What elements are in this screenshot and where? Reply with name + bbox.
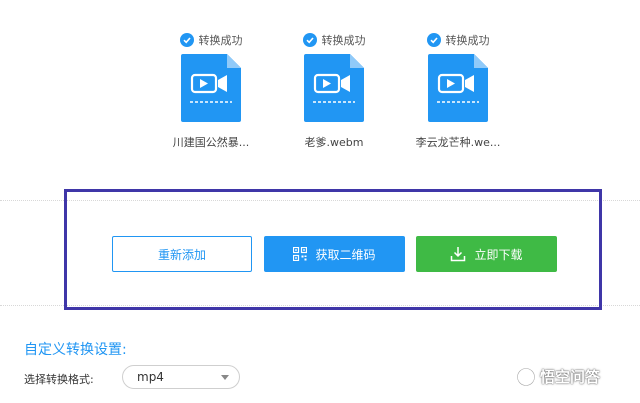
check-circle-icon [426,33,441,47]
file-item: 转换成功 李云龙芒种.we... [403,30,513,150]
get-qrcode-button[interactable]: 获取二维码 [264,236,405,272]
video-file-icon[interactable] [428,54,488,122]
format-label: 选择转换格式: [24,373,94,386]
file-status: 转换成功 [279,30,389,50]
check-circle-icon [302,33,317,47]
watermark: 悟空问答 [516,366,600,387]
watermark-text: 悟空问答 [540,368,601,386]
file-name: 川建国公然暴... [172,136,250,149]
chevron-down-icon [221,374,229,380]
file-status: 转换成功 [403,30,513,50]
file-status: 转换成功 [156,30,266,50]
file-status-text: 转换成功 [198,34,243,47]
readd-button[interactable]: 重新添加 [112,236,252,272]
qr-code-icon [293,247,308,261]
file-name: 老爹.webm [304,136,364,149]
file-item: 转换成功 老爹.webm [279,30,389,150]
file-status-text: 转换成功 [321,34,366,47]
qrcode-label: 获取二维码 [315,247,376,262]
download-label: 立即下载 [474,247,523,262]
file-name: 李云龙芒种.we... [415,136,501,149]
download-now-button[interactable]: 立即下载 [416,236,557,272]
check-circle-icon [179,33,194,47]
format-value: mp4 [137,370,164,384]
wukong-logo-icon [516,367,536,386]
video-file-icon[interactable] [181,54,241,122]
video-file-icon[interactable] [304,54,364,122]
file-item: 转换成功 川建国公然暴... [156,30,266,150]
format-select[interactable]: mp4 [122,365,240,389]
settings-title: 自定义转换设置: [24,342,127,358]
download-icon [451,247,466,262]
file-status-text: 转换成功 [445,34,490,47]
readd-label: 重新添加 [157,247,206,262]
